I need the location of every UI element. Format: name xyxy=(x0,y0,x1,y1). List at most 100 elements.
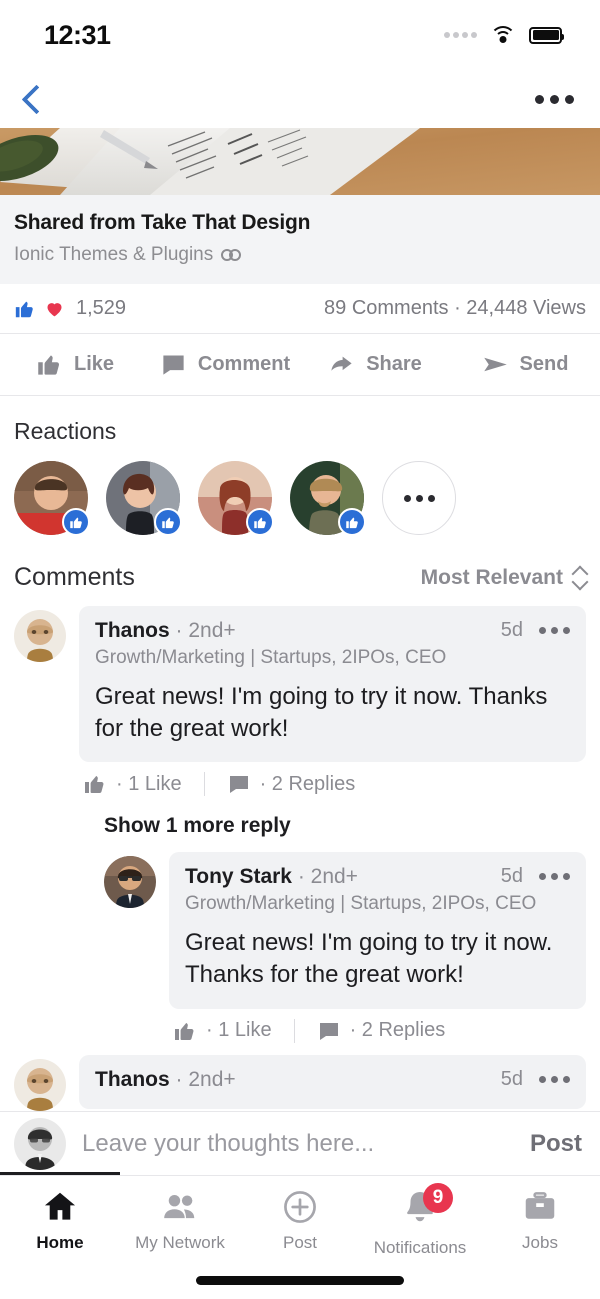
share-button-label: Share xyxy=(366,353,422,375)
share-arrow-icon xyxy=(331,356,352,371)
status-bar: 12:31 xyxy=(0,0,600,70)
navigation-bar xyxy=(0,70,600,128)
notifications-badge: 9 xyxy=(423,1183,453,1213)
comments-views-meta[interactable]: 89 Comments · 24,448 Views xyxy=(324,297,586,320)
tab-post[interactable]: Post xyxy=(240,1188,360,1253)
comment-bubble: Thanos · 2nd+ 5d xyxy=(79,1054,586,1109)
avatar[interactable] xyxy=(14,1058,66,1111)
post-image[interactable] xyxy=(0,128,600,195)
send-paper-plane-icon xyxy=(483,357,507,372)
comment-input[interactable] xyxy=(82,1129,514,1158)
shared-link-card[interactable]: Shared from Take That Design Ionic Theme… xyxy=(0,195,600,284)
comments-sort-button[interactable]: Most Relevant xyxy=(421,566,586,590)
comment-like-count: · 1 Like xyxy=(116,772,182,795)
tab-notifications-label: Notifications xyxy=(373,1238,467,1257)
avatar-image xyxy=(14,1058,66,1111)
wifi-icon xyxy=(490,25,516,45)
comment-author[interactable]: Thanos xyxy=(95,1068,170,1091)
tab-post-label: Post xyxy=(282,1233,318,1252)
comment-like-action[interactable]: · 1 Like xyxy=(83,772,204,796)
comment-body: Tony Stark · 2nd+ 5d Growth/Marketing | … xyxy=(169,852,586,1046)
social-counts-row: 1,529 89 Comments · 24,448 Views xyxy=(0,284,600,334)
tab-home[interactable]: Home xyxy=(0,1188,120,1253)
avatar[interactable] xyxy=(104,856,156,909)
comment-like-action[interactable]: · 1 Like xyxy=(173,1019,294,1043)
notifications-icon-wrap: 9 xyxy=(401,1183,453,1231)
comment-meta: 5d xyxy=(501,865,570,888)
link-card-title: Shared from Take That Design xyxy=(14,211,311,234)
comment-more-icon[interactable] xyxy=(539,1075,570,1083)
comment-more-icon[interactable] xyxy=(539,873,570,881)
comment-replies-action[interactable]: · 2 Replies xyxy=(203,772,378,797)
post-action-bar: Like Comment Share Send xyxy=(0,334,600,396)
show-more-replies-label: Show 1 more reply xyxy=(104,814,291,838)
more-reactions-button[interactable] xyxy=(382,461,456,535)
comment-headline: Growth/Marketing | Startups, 2IPOs, CEO xyxy=(95,647,447,668)
comment-bubble-icon xyxy=(229,776,248,794)
comment-author[interactable]: Thanos xyxy=(95,619,170,642)
comment-author-line: Thanos · 2nd+ xyxy=(95,619,236,643)
comment-item: Thanos · 2nd+ 5d xyxy=(0,1047,600,1111)
documents-and-pen-on-desk-photo xyxy=(0,128,600,195)
thumbs-up-icon xyxy=(69,516,82,528)
comment-like-count: · 1 Like xyxy=(206,1019,272,1042)
battery-icon xyxy=(529,26,564,44)
chevron-left-icon[interactable] xyxy=(14,82,48,116)
thumbs-up-icon xyxy=(38,355,59,375)
avatar[interactable] xyxy=(14,610,66,662)
comment-timestamp: 5d xyxy=(500,1067,523,1090)
comment-footer: · 1 Like · 2 Replies xyxy=(79,762,586,800)
comment-more-icon[interactable] xyxy=(539,627,570,634)
thumbs-up-icon xyxy=(345,516,358,528)
reaction-avatar-2[interactable] xyxy=(106,461,182,536)
comment-button[interactable]: Comment xyxy=(150,351,300,378)
share-button[interactable]: Share xyxy=(300,351,450,378)
tab-notifications[interactable]: 9 Notifications xyxy=(360,1183,480,1258)
thumbs-up-icon xyxy=(253,516,266,528)
link-card-subtitle-row: Ionic Themes & Plugins xyxy=(14,244,586,266)
comments-header: Comments Most Relevant xyxy=(0,545,600,598)
current-user-avatar[interactable] xyxy=(14,1117,66,1170)
comment-body: Thanos · 2nd+ 5d Growth/Marketing | Star… xyxy=(79,606,586,800)
briefcase-icon xyxy=(525,1192,555,1219)
comment-header: Thanos · 2nd+ 5d xyxy=(95,619,570,643)
comment-headline: Growth/Marketing | Startups, 2IPOs, CEO xyxy=(185,893,537,915)
show-more-replies[interactable]: Show 1 more reply xyxy=(0,800,600,844)
reaction-summary[interactable]: 1,529 xyxy=(14,297,126,320)
more-horizontal-icon[interactable] xyxy=(535,94,574,104)
tab-home-label: Home xyxy=(36,1233,84,1252)
comment-text: Great news! I'm going to try it now. Tha… xyxy=(95,683,548,743)
comment-replies-action[interactable]: · 2 Replies xyxy=(293,1018,468,1043)
reaction-count: 1,529 xyxy=(76,297,127,319)
reaction-avatar-1[interactable] xyxy=(14,461,90,536)
avatar-image xyxy=(14,1117,66,1170)
comments-sort-label: Most Relevant xyxy=(420,565,563,589)
comment-item: Tony Stark · 2nd+ 5d Growth/Marketing | … xyxy=(0,844,600,1046)
reaction-avatar-3[interactable] xyxy=(198,461,274,536)
send-button[interactable]: Send xyxy=(450,351,600,378)
heart-icon xyxy=(47,303,62,317)
comment-item: Thanos · 2nd+ 5d Growth/Marketing | Star… xyxy=(0,598,600,800)
reaction-avatar-4[interactable] xyxy=(290,461,366,536)
comment-composer: Post xyxy=(0,1111,600,1175)
reactions-avatar-row xyxy=(0,445,600,545)
home-indicator xyxy=(196,1276,404,1285)
thumbs-up-icon xyxy=(85,776,104,794)
tab-jobs[interactable]: Jobs xyxy=(480,1188,600,1253)
tab-jobs-label: Jobs xyxy=(522,1233,558,1252)
like-button[interactable]: Like xyxy=(0,351,150,378)
reactions-title: Reactions xyxy=(14,418,117,444)
thumbs-up-icon xyxy=(161,516,174,528)
signal-dots-icon xyxy=(444,32,477,38)
status-time: 12:31 xyxy=(44,19,111,50)
thumbs-up-icon xyxy=(15,301,33,317)
comment-author[interactable]: Tony Stark xyxy=(185,865,292,888)
link-card-subtitle: Ionic Themes & Plugins xyxy=(14,244,214,265)
post-button[interactable]: Post xyxy=(530,1130,586,1158)
like-button-label: Like xyxy=(73,353,115,375)
comment-degree: · 2nd+ xyxy=(175,1067,236,1091)
sort-updown-icon xyxy=(572,566,586,590)
comment-replies-count: · 2 Replies xyxy=(259,772,356,795)
avatar-image xyxy=(104,856,156,909)
tab-my-network[interactable]: My Network xyxy=(120,1188,240,1253)
